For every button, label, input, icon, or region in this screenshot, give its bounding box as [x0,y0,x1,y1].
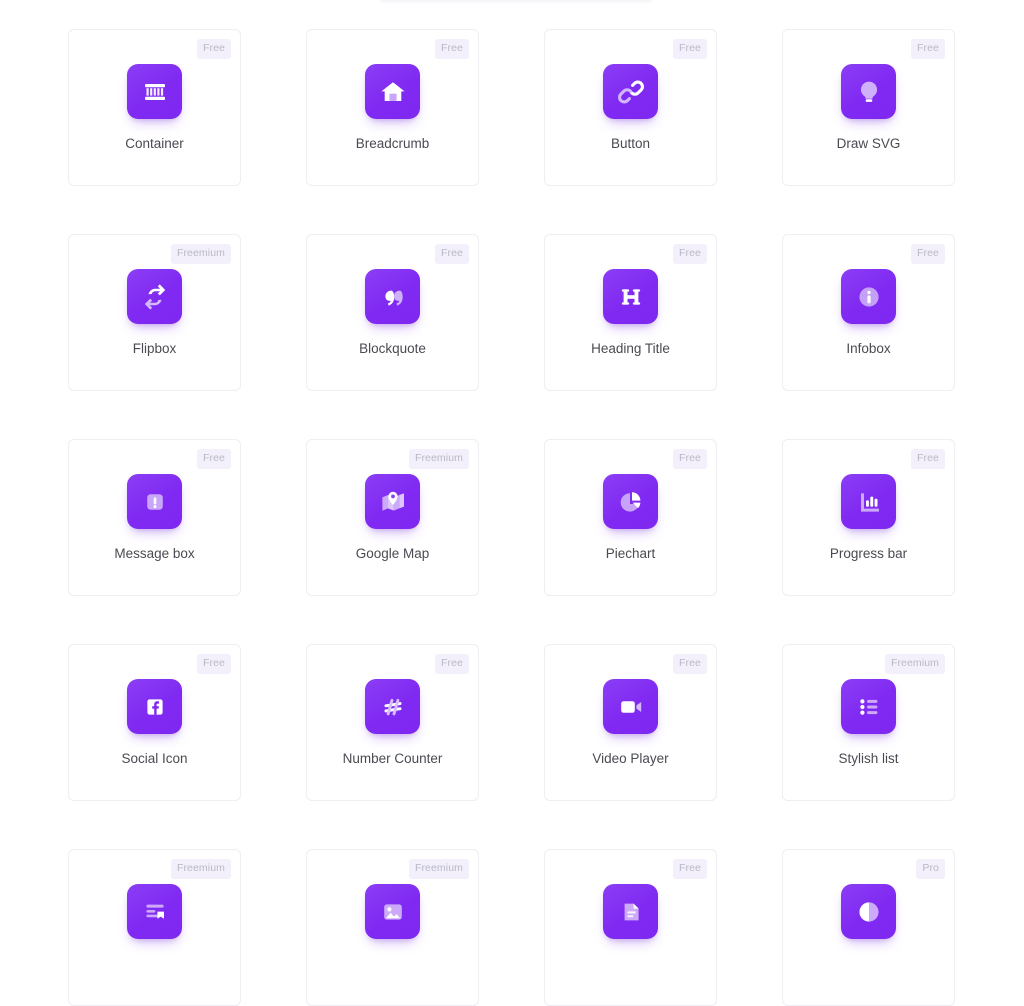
widget-card-heading-title[interactable]: Free Heading Title [544,234,717,391]
facebook-icon [127,679,182,734]
info-circle-icon [841,269,896,324]
status-badge: Free [911,244,945,264]
widget-card-google-map[interactable]: Freemium Google Map [306,439,479,596]
widget-label: Button [610,136,651,151]
container-icon [127,64,182,119]
widget-card-stylish-list[interactable]: Freemium Stylish list [782,644,955,801]
lightbulb-icon [841,64,896,119]
pie-chart-icon [603,474,658,529]
widget-label: Heading Title [591,341,670,356]
widget-label: Stylish list [838,751,899,766]
widget-card-progress-bar[interactable]: Free Progress bar [782,439,955,596]
link-chain-icon [603,64,658,119]
widget-label: Draw SVG [836,136,901,151]
widget-card-container[interactable]: Free Container [68,29,241,186]
widget-label: Google Map [355,546,430,561]
status-badge: Free [435,39,469,59]
widget-label: Video Player [592,751,669,766]
widget-card-button[interactable]: Free Button [544,29,717,186]
widget-gallery-page: Free Container Free Breadcrumb Free Butt… [0,0,1024,1006]
document-page-icon [603,884,658,939]
status-badge: Freemium [408,859,469,879]
image-card-icon [365,884,420,939]
widget-label: Social Icon [121,751,188,766]
status-badge: Free [197,449,231,469]
widget-card-partial-3[interactable]: Free [544,849,717,1006]
widget-card-infobox[interactable]: Free Infobox [782,234,955,391]
widget-label: Infobox [846,341,891,356]
widget-card-video-player[interactable]: Free Video Player [544,644,717,801]
widget-card-message-box[interactable]: Free Message box [68,439,241,596]
widget-card-draw-svg[interactable]: Free Draw SVG [782,29,955,186]
status-badge: Freemium [170,244,231,264]
text-block-icon [127,884,182,939]
status-badge: Free [435,654,469,674]
widget-label: Flipbox [132,341,177,356]
status-badge: Free [673,244,707,264]
letter-h-icon [603,269,658,324]
widget-card-partial-2[interactable]: Freemium [306,849,479,1006]
widget-card-flipbox[interactable]: Freemium Flipbox [68,234,241,391]
flip-arrows-icon [127,269,182,324]
status-badge: Free [673,654,707,674]
widget-card-blockquote[interactable]: Free Blockquote [306,234,479,391]
status-badge: Freemium [884,654,945,674]
widget-card-social-icon[interactable]: Free Social Icon [68,644,241,801]
widget-label: Blockquote [359,341,426,356]
video-camera-icon [603,679,658,734]
widget-label: Message box [114,546,195,561]
widget-card-piechart[interactable]: Free Piechart [544,439,717,596]
status-badge: Free [673,449,707,469]
widget-card-number-counter[interactable]: Free Number Counter [306,644,479,801]
home-icon [365,64,420,119]
widget-label: Breadcrumb [355,136,430,151]
status-badge: Free [197,39,231,59]
widget-label: Piechart [605,546,656,561]
exclamation-box-icon [127,474,182,529]
quote-marks-icon [365,269,420,324]
widget-grid: Free Container Free Breadcrumb Free Butt… [68,29,956,1006]
half-circle-icon [841,884,896,939]
status-badge: Pro [916,859,945,879]
page-top-sliver [380,0,652,5]
widget-label: Container [125,136,184,151]
bullet-list-icon [841,679,896,734]
map-pin-icon [365,474,420,529]
status-badge: Free [197,654,231,674]
status-badge: Free [673,859,707,879]
widget-label: Number Counter [342,751,443,766]
widget-card-partial-1[interactable]: Freemium [68,849,241,1006]
widget-card-breadcrumb[interactable]: Free Breadcrumb [306,29,479,186]
bar-chart-icon [841,474,896,529]
hashtag-icon [365,679,420,734]
status-badge: Freemium [170,859,231,879]
status-badge: Freemium [408,449,469,469]
widget-label: Progress bar [829,546,908,561]
status-badge: Free [673,39,707,59]
widget-card-partial-4[interactable]: Pro [782,849,955,1006]
status-badge: Free [435,244,469,264]
status-badge: Free [911,449,945,469]
status-badge: Free [911,39,945,59]
